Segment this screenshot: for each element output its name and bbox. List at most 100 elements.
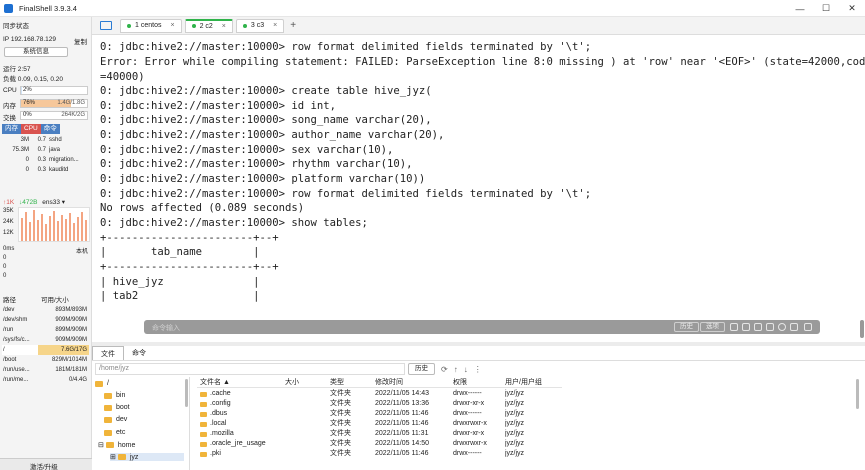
table-row[interactable]: .oracle_jre_usage 文件夹 2022/11/05 14:50 d… [197, 439, 562, 449]
minimize-button[interactable]: — [787, 0, 813, 17]
command-options-button[interactable]: 选项 [700, 322, 725, 332]
add-tab-button[interactable]: + [290, 20, 296, 31]
net-chart-tick: 12K [3, 230, 14, 236]
paste-icon[interactable] [742, 323, 750, 331]
fullscreen-icon[interactable] [804, 323, 812, 331]
tree-node-home[interactable]: ⊟ home [98, 441, 135, 450]
disk-usage: 893M/893M [55, 307, 87, 313]
system-info-button[interactable]: 系统信息 [4, 47, 68, 57]
process-mem: 3M [20, 137, 29, 143]
table-row[interactable]: .dbus 文件夹 2022/11/05 11:46 drwx------ jy… [197, 409, 562, 419]
mem-total: 1.4G/1.8G [57, 100, 85, 106]
terminal-scrollbar[interactable] [860, 320, 864, 338]
column-owner[interactable]: 用户/用户组 [505, 377, 562, 387]
command-input-bar[interactable]: 命令输入 历史 选项 [144, 320, 820, 334]
sort-cpu-tab[interactable]: CPU [21, 124, 41, 134]
session-tab-c2[interactable]: 2 c2 × [184, 18, 233, 33]
column-size[interactable]: 大小 [285, 377, 330, 387]
process-name: java [49, 147, 61, 153]
table-row[interactable]: .cache 文件夹 2022/11/05 14:43 drwx------ j… [197, 389, 562, 399]
title-bar: FinalShell 3.9.3.4 — ☐ ✕ [0, 0, 865, 17]
tree-node-etc[interactable]: etc [104, 429, 125, 436]
tree-node-jyz[interactable]: ⊞ jyz [110, 453, 184, 461]
disk-row: /boot 829M/1014M [2, 355, 89, 365]
process-row[interactable]: 75.3M 0.7 java [3, 146, 89, 155]
file-modified: 2022/11/05 13:36 [375, 400, 429, 407]
path-history-button[interactable]: 历史 [408, 363, 435, 375]
disk-row: /run 899M/909M [2, 325, 89, 335]
command-input[interactable]: 命令输入 [152, 322, 180, 337]
gear-icon[interactable] [778, 323, 786, 331]
zoom-icon[interactable] [790, 323, 798, 331]
file-modified: 2022/11/05 11:46 [375, 420, 429, 427]
activate-upgrade-label: 激活/升级 [30, 464, 58, 470]
disk-path: / [3, 347, 5, 353]
upload-icon[interactable]: ↑ [454, 365, 458, 374]
activate-upgrade-bar[interactable]: 激活/升级 [0, 458, 92, 470]
sort-cmd-tab[interactable]: 命令 [40, 124, 60, 134]
net-interface-select[interactable]: ens33 ▾ [42, 199, 65, 206]
copy-icon[interactable] [730, 323, 738, 331]
column-modified[interactable]: 修改时间 [375, 377, 453, 387]
column-type[interactable]: 类型 [330, 377, 375, 387]
terminal-line: +-----------------------+--+ [100, 232, 279, 244]
close-tab-icon[interactable]: × [273, 22, 277, 29]
download-icon[interactable]: ↓ [464, 365, 468, 374]
refresh-icon[interactable]: ⟳ [441, 365, 448, 374]
tree-node-label: boot [116, 404, 130, 411]
file-name: .cache [197, 389, 285, 399]
tree-node-bin[interactable]: bin [104, 392, 125, 399]
table-row[interactable]: .pki 文件夹 2022/11/05 11:46 drwx------ jyz… [197, 449, 562, 459]
table-row[interactable]: .config 文件夹 2022/11/05 13:36 drwxr-xr-x … [197, 399, 562, 409]
file-name: .dbus [197, 409, 285, 419]
maximize-button[interactable]: ☐ [813, 0, 839, 17]
copy-ip-button[interactable]: 复制 [74, 36, 87, 46]
disk-usage: 909M/909M [55, 317, 87, 323]
app-logo-icon [4, 3, 13, 13]
file-table-scrollbar[interactable] [856, 379, 859, 409]
terminal-line: | tab_name | [100, 246, 260, 258]
file-size [285, 429, 330, 439]
process-row[interactable]: 0 0.3 migration... [3, 156, 89, 165]
tree-node-root[interactable]: / [95, 380, 109, 387]
more-icon[interactable]: ⋮ [474, 365, 482, 374]
close-tab-icon[interactable]: × [170, 22, 174, 29]
terminal[interactable]: 0: jdbc:hive2://master:10000> row format… [92, 35, 865, 342]
tree-node-boot[interactable]: boot [104, 404, 130, 411]
column-name[interactable]: 文件名 ▲ [197, 377, 285, 387]
search-icon[interactable] [766, 323, 774, 331]
file-owner: jyz/jyz [505, 410, 525, 417]
file-permissions: drwx------ [453, 450, 482, 457]
path-input[interactable]: /home/jyz [95, 363, 405, 375]
process-row[interactable]: 3M 0.7 sshd [3, 136, 89, 145]
folder-icon [200, 421, 207, 427]
file-size [285, 389, 330, 399]
close-tab-icon[interactable]: × [222, 23, 226, 30]
session-tab-c3[interactable]: 3 c3 × [235, 18, 285, 33]
swap-total: 264K/2G [61, 112, 85, 118]
session-tab-centos[interactable]: 1 centos × [120, 18, 182, 33]
tab-commands[interactable]: 命令 [124, 346, 154, 360]
file-size [285, 449, 330, 459]
tree-scrollbar[interactable] [185, 379, 188, 407]
tab-files[interactable]: 文件 [92, 346, 124, 360]
folder-icon[interactable] [100, 21, 112, 30]
tree-node-dev[interactable]: dev [104, 416, 127, 423]
table-row[interactable]: .local 文件夹 2022/11/05 11:46 drwxrwxr-x j… [197, 419, 562, 429]
file-size [285, 409, 330, 419]
command-history-button[interactable]: 历史 [674, 322, 699, 332]
close-button[interactable]: ✕ [839, 0, 865, 17]
column-permissions[interactable]: 权限 [453, 377, 505, 387]
file-name: .mozilla [197, 429, 285, 439]
file-permissions: drwxrwxr-x [453, 420, 487, 427]
folder-icon [200, 411, 207, 417]
ip-address: IP 192.168.78.129 [3, 36, 57, 43]
table-row[interactable]: .mozilla 文件夹 2022/11/05 11:31 drwxr-xr-x… [197, 429, 562, 439]
process-row[interactable]: 0 0.3 kauditd [3, 166, 89, 175]
select-icon[interactable] [754, 323, 762, 331]
latency-value: 0 [3, 255, 7, 261]
sort-mem-tab[interactable]: 内存 [2, 124, 21, 134]
folder-icon [95, 380, 103, 387]
file-name-text: .cache [210, 390, 231, 397]
disk-usage: 899M/909M [55, 327, 87, 333]
